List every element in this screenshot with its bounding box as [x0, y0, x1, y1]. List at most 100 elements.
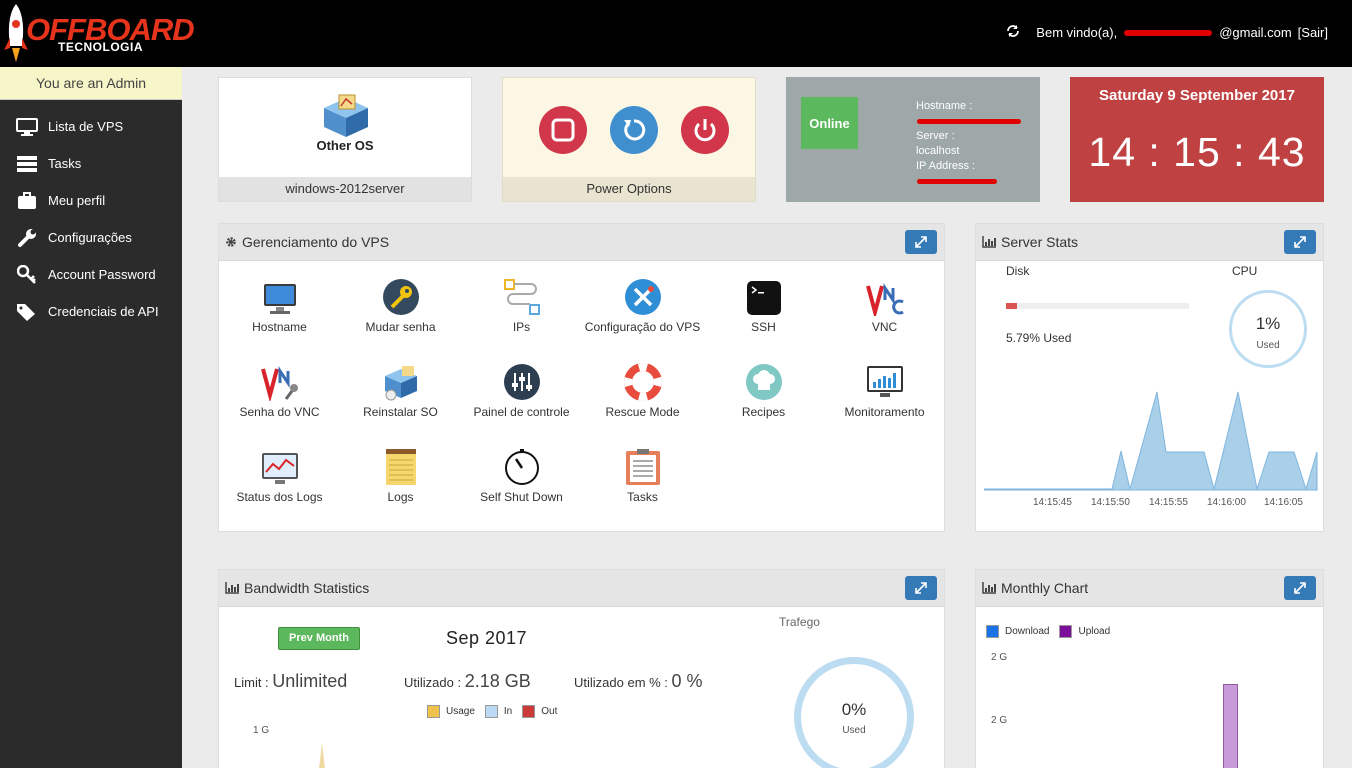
legend-swatch-in [484, 705, 498, 718]
tool-label: VNC [871, 320, 898, 334]
sidebar-item-tasks[interactable]: Tasks [0, 145, 182, 182]
cpu-used-label: Used [1256, 340, 1280, 351]
sidebar-item-lista-de-vps[interactable]: Lista de VPS [0, 108, 182, 145]
used-label: Utilizado : [404, 675, 462, 690]
tool-label: Logs [387, 490, 414, 504]
panel-title: Monthly Chart [1001, 580, 1089, 596]
os-card: Other OS windows-2012server [218, 77, 472, 202]
tool-recipes[interactable]: Recipes [703, 361, 824, 419]
brand-subtitle: TECNOLOGIA [58, 40, 143, 54]
limit-label: Limit : [234, 675, 269, 690]
sliders-icon [503, 364, 540, 400]
current-month: Sep 2017 [446, 628, 528, 648]
cpu-label: CPU [1232, 264, 1258, 278]
used-percent-stat: Utilizado em % : 0 % [574, 671, 703, 692]
tool-label: Status dos Logs [236, 490, 323, 504]
panel-header: Server Stats [976, 224, 1323, 261]
tool-tasks[interactable]: Tasks [582, 446, 703, 504]
tool-configuracao-do-vps[interactable]: Configuração do VPS [582, 276, 703, 334]
sidebar-item-configuracoes[interactable]: Configurações [0, 219, 182, 256]
sidebar: You are an Admin Lista de VPS Tasks Meu … [0, 67, 182, 768]
expand-button[interactable] [905, 230, 937, 254]
sidebar-item-label: Credenciais de API [48, 304, 159, 319]
traffic-label: Trafego [779, 615, 820, 629]
sidebar-item-meu-perfil[interactable]: Meu perfil [0, 182, 182, 219]
used-percent-label: Utilizado em % : [574, 675, 668, 690]
time-tick: 14:16:05 [1264, 497, 1303, 508]
traffic-gauge-label: Used [842, 725, 866, 736]
expand-icon [1294, 236, 1306, 248]
disk-label: Disk [1006, 264, 1030, 278]
brand-logo[interactable]: OFFBOARD TECNOLOGIA [0, 0, 195, 67]
prev-month-button[interactable]: Prev Month [278, 627, 360, 650]
used-value: 2.18 GB [464, 671, 531, 691]
clock-date: Saturday 9 September 2017 [1099, 87, 1295, 104]
monitor-icon [263, 284, 296, 314]
tool-painel-de-controle[interactable]: Painel de controle [461, 361, 582, 419]
sidebar-item-label: Configurações [48, 230, 132, 245]
sidebar-item-label: Account Password [48, 267, 156, 282]
power-button[interactable] [681, 106, 729, 154]
wrench-icon [14, 228, 40, 248]
y-axis-tick: 1 G [253, 725, 270, 736]
chef-hat-icon [745, 364, 782, 400]
vps-management-panel: Gerenciamento do VPS Hostname Mudar senh… [218, 223, 945, 532]
legend-swatch-out [522, 705, 536, 718]
bar-chart-icon [225, 582, 239, 594]
tool-label: Tasks [627, 490, 658, 504]
notepad-icon [385, 449, 416, 485]
limit-value: Unlimited [272, 671, 348, 691]
expand-icon [915, 582, 927, 594]
server-info: Hostname : Server : localhost IP Address… [916, 99, 1022, 189]
tool-label: Monitoramento [844, 405, 925, 419]
vnc-key-icon [260, 366, 298, 401]
gear-icon [225, 236, 237, 248]
tool-self-shut-down[interactable]: Self Shut Down [461, 446, 582, 504]
refresh-icon[interactable] [1006, 24, 1020, 41]
tools-icon [624, 279, 661, 315]
tool-logs[interactable]: Logs [340, 446, 461, 504]
os-name: windows-2012server [219, 177, 471, 201]
server-value: localhost [916, 145, 960, 157]
tool-senha-do-vnc[interactable]: Senha do VNC [219, 361, 340, 419]
tool-label: Painel de controle [473, 405, 570, 419]
sidebar-item-account-password[interactable]: Account Password [0, 256, 182, 293]
tool-hostname[interactable]: Hostname [219, 276, 340, 334]
redacted-email [1124, 29, 1213, 36]
stop-button[interactable] [539, 106, 587, 154]
limit-stat: Limit : Unlimited [234, 671, 347, 692]
redacted-ip [917, 178, 997, 184]
expand-button[interactable] [1284, 576, 1316, 600]
tool-reinstalar-so[interactable]: Reinstalar SO [340, 361, 461, 419]
tool-status-dos-logs[interactable]: Status dos Logs [219, 446, 340, 504]
expand-button[interactable] [905, 576, 937, 600]
restart-button[interactable] [610, 106, 658, 154]
clock-card: Saturday 9 September 2017 14 : 15 : 43 [1070, 77, 1324, 202]
tool-vnc[interactable]: VNC [824, 276, 945, 334]
tags-icon [14, 303, 40, 321]
expand-button[interactable] [1284, 230, 1316, 254]
sidebar-item-credenciais-de-api[interactable]: Credenciais de API [0, 293, 182, 330]
lifebuoy-icon [623, 363, 662, 401]
monitoring-icon [866, 366, 903, 397]
tool-rescue-mode[interactable]: Rescue Mode [582, 361, 703, 419]
disk-used-text: 5.79% Used [1006, 331, 1072, 345]
bandwidth-legend: Usage In Out [427, 705, 557, 718]
tool-label: Hostname [252, 320, 307, 334]
key-icon [382, 279, 419, 315]
tool-monitoramento[interactable]: Monitoramento [824, 361, 945, 419]
tool-label: IPs [512, 320, 531, 334]
logout-link[interactable]: [Sair] [1298, 25, 1328, 40]
tool-ips[interactable]: IPs [461, 276, 582, 334]
time-tick: 14:16:00 [1207, 497, 1246, 508]
usage-chart-peak [319, 743, 325, 768]
tool-ssh[interactable]: SSH [703, 276, 824, 334]
list-icon [14, 155, 40, 172]
welcome-text: Bem vindo(a), [1036, 25, 1118, 40]
tool-label: Senha do VNC [239, 405, 320, 419]
terminal-icon [746, 281, 781, 315]
tool-mudar-senha[interactable]: Mudar senha [340, 276, 461, 334]
cpu-value: 1% [1255, 314, 1281, 333]
tool-label: Rescue Mode [605, 405, 680, 419]
panel-header: Bandwidth Statistics [219, 570, 944, 607]
